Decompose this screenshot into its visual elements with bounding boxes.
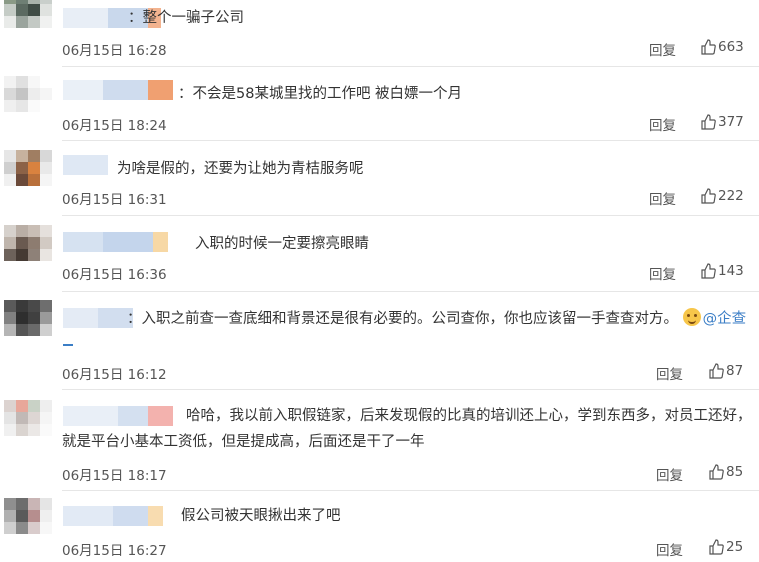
comment-item: ：不会是58某城里找的工作吧 被白嫖一个月 06月15日 18:24 回复 37… — [0, 70, 759, 145]
avatar[interactable] — [4, 498, 52, 546]
like-count: 85 — [726, 464, 744, 480]
comment-item: 假公司被天眼揪出来了吧 06月15日 16:27 回复 25 — [0, 492, 759, 562]
comment-time: 06月15日 16:27 — [62, 543, 167, 559]
comment-text: 哈哈，我以前入职假链家，后来发现假的比真的培训还上心，学到东西多，对员工还好， — [186, 408, 752, 424]
username-blurred[interactable] — [63, 155, 108, 175]
comment-time: 06月15日 18:17 — [62, 468, 167, 484]
like-count: 25 — [726, 539, 744, 555]
thumbs-up-icon — [709, 464, 724, 480]
avatar[interactable] — [4, 0, 52, 40]
comment-text: 为啥是假的，还要为让她为青桔服务呢 — [117, 161, 364, 177]
mention-link[interactable]: @企查 — [703, 311, 747, 327]
comment-text: ：整个一骗子公司 — [128, 10, 244, 26]
like-button[interactable]: 663 — [700, 39, 744, 55]
comment-item: ：整个一骗子公司 06月15日 16:28 回复 663 — [0, 0, 759, 70]
thumbs-up-icon — [701, 188, 716, 204]
thumbs-up-icon — [709, 363, 724, 379]
like-button[interactable]: 25 — [708, 539, 743, 555]
thumbs-up-icon — [701, 39, 716, 55]
comment-item: 为啥是假的，还要为让她为青桔服务呢 06月15日 16:31 回复 222 — [0, 145, 759, 220]
comment-text: ：不会是58某城里找的工作吧 被白嫖一个月 — [178, 86, 463, 102]
reply-button[interactable]: 回复 — [656, 539, 683, 559]
reply-button[interactable]: 回复 — [656, 363, 683, 383]
comment-time: 06月15日 18:24 — [62, 118, 167, 134]
username-blurred[interactable] — [63, 406, 173, 426]
thumbs-up-icon — [709, 539, 724, 555]
like-count: 143 — [718, 263, 744, 279]
comment-time: 06月15日 16:12 — [62, 367, 167, 383]
avatar[interactable] — [4, 225, 52, 273]
smiling-face-icon — [682, 308, 701, 326]
reply-button[interactable]: 回复 — [649, 263, 676, 283]
like-button[interactable]: 85 — [708, 464, 743, 480]
reply-button[interactable]: 回复 — [649, 188, 676, 208]
avatar[interactable] — [4, 300, 52, 348]
avatar[interactable] — [4, 150, 52, 198]
avatar[interactable] — [4, 400, 52, 448]
like-count: 222 — [718, 188, 744, 204]
username-blurred[interactable] — [63, 80, 173, 100]
divider — [62, 140, 759, 141]
like-count: 663 — [718, 39, 744, 55]
divider — [62, 66, 759, 67]
like-button[interactable]: 377 — [700, 114, 744, 130]
comment-time: 06月15日 16:31 — [62, 192, 167, 208]
divider — [62, 389, 759, 390]
username-blurred[interactable] — [63, 506, 163, 526]
comment-text: ：入职之前查一查底细和背景还是很有必要的。公司查你，你也应该留一手查查对方。 @… — [127, 307, 746, 331]
comment-time: 06月15日 16:28 — [62, 43, 167, 59]
like-count: 87 — [726, 363, 744, 379]
comment-text-continued: 就是平台小基本工资低，但是提成高，后面还是干了一年 — [62, 434, 425, 450]
username-blurred[interactable] — [63, 232, 173, 252]
avatar[interactable] — [4, 76, 52, 124]
reply-button[interactable]: 回复 — [649, 39, 676, 59]
divider — [62, 291, 759, 292]
reply-button[interactable]: 回复 — [649, 114, 676, 134]
comment-item: ：入职之前查一查底细和背景还是很有必要的。公司查你，你也应该留一手查查对方。 @… — [0, 295, 759, 392]
mention-continuation[interactable] — [63, 344, 73, 346]
like-button[interactable]: 222 — [700, 188, 744, 204]
like-button[interactable]: 87 — [708, 363, 743, 379]
divider — [62, 215, 759, 216]
comment-item: 入职的时候一定要擦亮眼睛 06月15日 16:36 回复 143 — [0, 220, 759, 295]
divider — [62, 490, 759, 491]
like-button[interactable]: 143 — [700, 263, 744, 279]
comment-item: 哈哈，我以前入职假链家，后来发现假的比真的培训还上心，学到东西多，对员工还好， … — [0, 392, 759, 492]
username-blurred[interactable] — [63, 308, 133, 328]
thumbs-up-icon — [701, 263, 716, 279]
like-count: 377 — [718, 114, 744, 130]
comment-text: 入职的时候一定要擦亮眼睛 — [195, 236, 369, 252]
comment-time: 06月15日 16:36 — [62, 267, 167, 283]
comment-text: 假公司被天眼揪出来了吧 — [181, 508, 341, 524]
reply-button[interactable]: 回复 — [656, 464, 683, 484]
thumbs-up-icon — [701, 114, 716, 130]
